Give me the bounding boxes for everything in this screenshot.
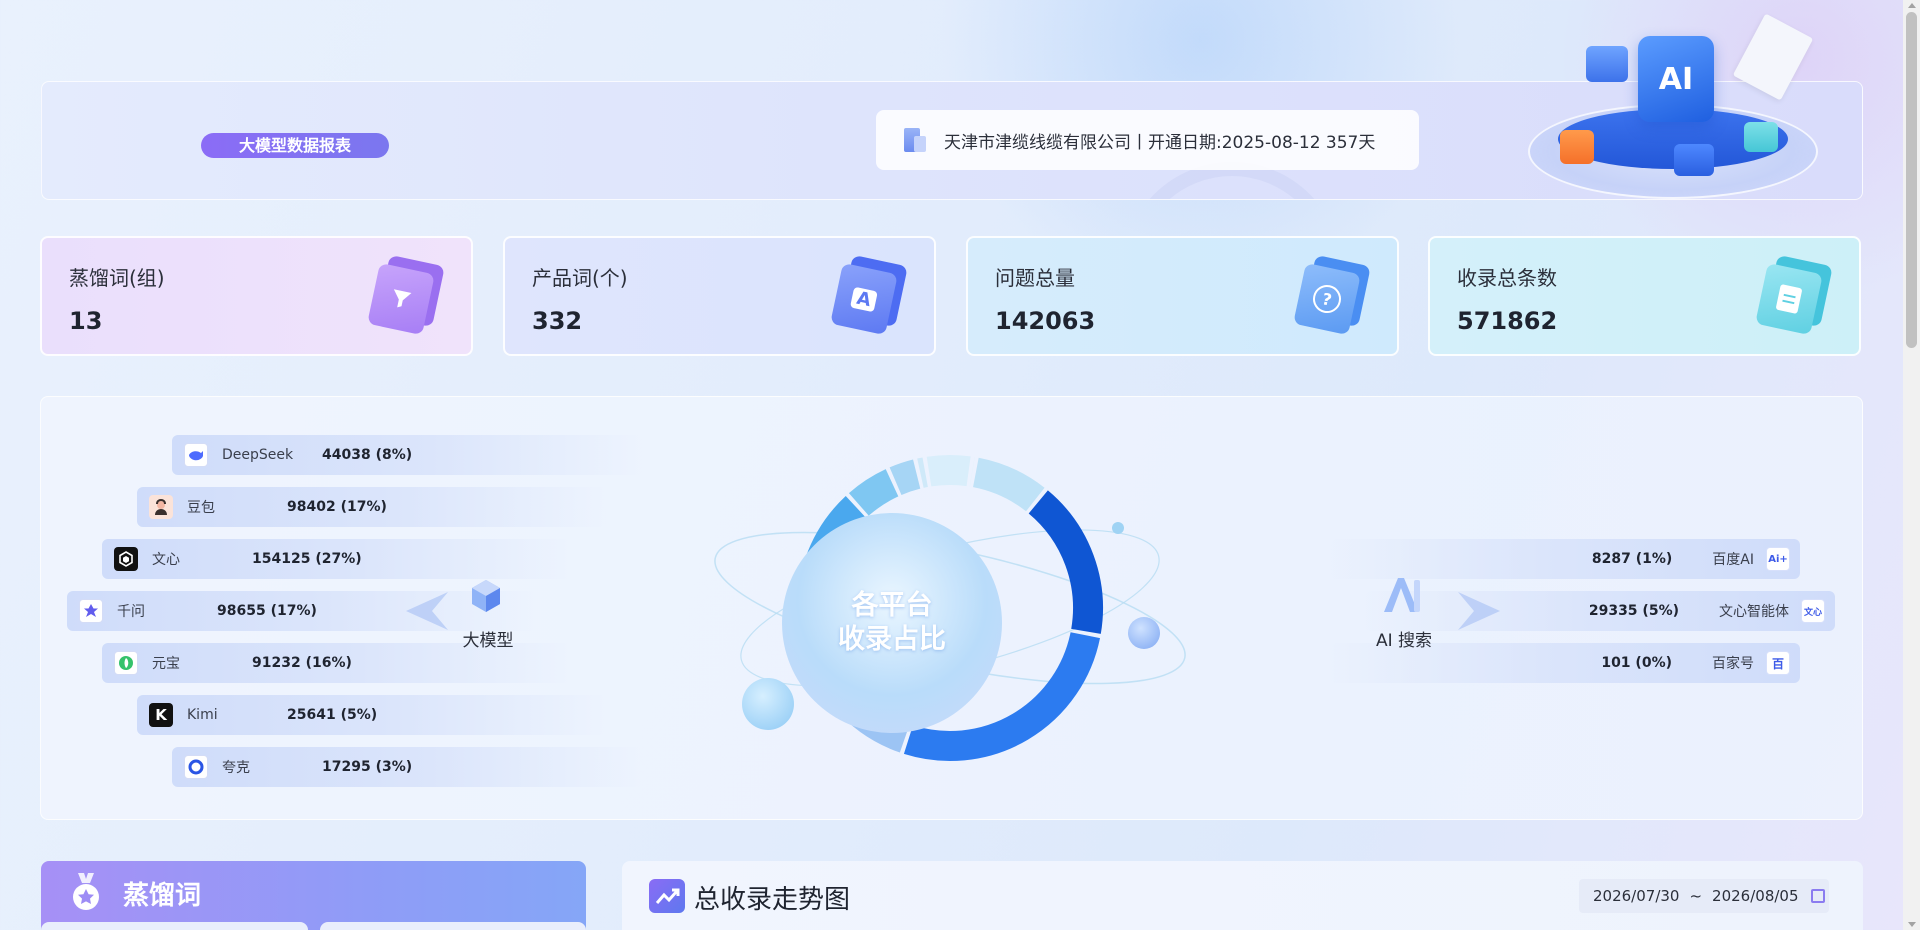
trend-panel: 总收录走势图 2026/07/30 ~ 2026/08/05 bbox=[622, 861, 1863, 930]
platform-row-doubao[interactable]: 豆包 98402 (17%) bbox=[137, 487, 607, 527]
donut-segment-DeepSeek[interactable] bbox=[972, 457, 1045, 512]
decor-bubble bbox=[1112, 522, 1124, 534]
stat-card-product-words: 产品词(个) 332 A bbox=[503, 236, 936, 356]
platform-row-deepseek[interactable]: DeepSeek 44038 (8%) bbox=[172, 435, 642, 475]
platform-name: 文心智能体 bbox=[1719, 604, 1789, 620]
center-line-1: 各平台 bbox=[851, 590, 933, 621]
report-tag: 大模型数据报表 bbox=[201, 133, 389, 158]
letter-k-icon: K bbox=[149, 703, 173, 727]
platform-row-kimi[interactable]: K Kimi 25641 (5%) bbox=[137, 695, 607, 735]
ai-cube-icon: AI bbox=[1638, 36, 1714, 122]
platform-row-wenxin[interactable]: 文心 154125 (27%) bbox=[102, 539, 572, 579]
question-icon: ? bbox=[1293, 254, 1371, 336]
wenxin-agent-icon: 文心 bbox=[1801, 599, 1825, 623]
date-end: 2026/08/05 bbox=[1712, 887, 1799, 905]
platform-name: 豆包 bbox=[187, 500, 215, 516]
large-model-label: 大模型 bbox=[462, 631, 514, 651]
center-line-2: 收录占比 bbox=[838, 624, 946, 655]
donut-center-label: 各平台 收录占比 bbox=[782, 513, 1002, 733]
stat-card-question-total: 问题总量 142063 ? bbox=[966, 236, 1399, 356]
company-info: 天津市津缆线缆有限公司丨开通日期:2025-08-12 357天 bbox=[876, 110, 1419, 170]
chevron-right-icon bbox=[1458, 592, 1500, 630]
platform-name: Kimi bbox=[187, 707, 218, 723]
platform-count: 98402 (17%) bbox=[287, 499, 387, 515]
date-range-picker[interactable]: 2026/07/30 ~ 2026/08/05 bbox=[1579, 879, 1829, 913]
platform-count: 25641 (5%) bbox=[287, 707, 378, 723]
calendar-icon bbox=[1810, 889, 1825, 903]
baidu-ai-icon: Ai+ bbox=[1766, 547, 1790, 571]
document-icon bbox=[1755, 254, 1833, 336]
ai-search-icon bbox=[1380, 574, 1424, 614]
donut-segment-夸克[interactable] bbox=[889, 459, 921, 496]
avatar-icon bbox=[149, 495, 173, 519]
platform-row-kuake[interactable]: 夸克 17295 (3%) bbox=[172, 747, 642, 787]
ai-search-label: AI 搜索 bbox=[1375, 631, 1433, 651]
platform-name: 百度AI bbox=[1712, 552, 1754, 568]
keyword-panel-title: 蒸馏词 bbox=[123, 881, 202, 911]
leaf-icon bbox=[114, 651, 138, 675]
platform-row-baidu-ai[interactable]: 8287 (1%) 百度AI Ai+ bbox=[1330, 539, 1800, 579]
stat-card-indexed-total: 收录总条数 571862 bbox=[1428, 236, 1861, 356]
trend-title: 总收录走势图 bbox=[694, 885, 851, 915]
platform-count: 29335 (5%) bbox=[1588, 603, 1679, 619]
cube-model-icon bbox=[466, 576, 506, 616]
scroll-thumb[interactable] bbox=[1906, 12, 1917, 348]
hexagon-icon bbox=[114, 547, 138, 571]
platform-name: 夸克 bbox=[222, 760, 250, 776]
keyword-tab[interactable] bbox=[41, 922, 308, 930]
scroll-up-icon[interactable] bbox=[1908, 3, 1916, 8]
distill-keyword-panel: 蒸馏词 bbox=[41, 861, 586, 930]
platform-count: 101 (0%) bbox=[1601, 655, 1672, 671]
platform-name: 文心 bbox=[152, 552, 180, 568]
keyword-tab[interactable] bbox=[319, 922, 586, 930]
company-info-text: 天津市津缆线缆有限公司丨开通日期:2025-08-12 357天 bbox=[944, 132, 1376, 153]
decor-bubble bbox=[1128, 617, 1160, 649]
star-knot-icon bbox=[79, 599, 103, 623]
platform-row-wenxin-agent[interactable]: 29335 (5%) 文心智能体 文心 bbox=[1365, 591, 1835, 631]
ring-icon bbox=[184, 755, 208, 779]
letter-a-icon: A bbox=[830, 254, 908, 336]
platform-count: 44038 (8%) bbox=[322, 447, 413, 463]
keyword-tabs bbox=[41, 922, 586, 930]
medal-icon bbox=[70, 873, 102, 911]
building-icon bbox=[900, 126, 928, 154]
whale-icon bbox=[184, 443, 208, 467]
platform-name: 千问 bbox=[117, 604, 145, 620]
donut-segment-百度AI[interactable] bbox=[917, 457, 928, 488]
scroll-down-icon[interactable] bbox=[1908, 922, 1916, 927]
platform-name: 百家号 bbox=[1712, 656, 1754, 672]
ai-illustration: AI bbox=[1518, 13, 1818, 204]
platform-name: 元宝 bbox=[152, 656, 180, 672]
platform-count: 91232 (16%) bbox=[252, 655, 352, 671]
scrollbar[interactable] bbox=[1903, 0, 1920, 930]
donut-segment-Kimi[interactable] bbox=[848, 469, 899, 516]
platform-count: 8287 (1%) bbox=[1591, 551, 1673, 567]
chevron-left-icon bbox=[406, 592, 448, 630]
trend-up-icon bbox=[649, 879, 685, 913]
stat-card-distill-words: 蒸馏词(组) 13 bbox=[40, 236, 473, 356]
donut-segment-文心智能体[interactable] bbox=[926, 455, 971, 487]
platform-name: DeepSeek bbox=[222, 447, 294, 463]
platform-count: 17295 (3%) bbox=[322, 759, 413, 775]
baijiahao-icon: 百 bbox=[1766, 651, 1790, 675]
platform-count: 154125 (27%) bbox=[252, 551, 362, 567]
date-separator: ~ bbox=[1689, 887, 1703, 905]
funnel-icon bbox=[367, 254, 445, 336]
platform-count: 98655 (17%) bbox=[217, 603, 317, 619]
decor-bubble bbox=[742, 678, 794, 730]
date-start: 2026/07/30 bbox=[1593, 887, 1680, 905]
donut-segment-豆包[interactable] bbox=[1028, 490, 1103, 634]
